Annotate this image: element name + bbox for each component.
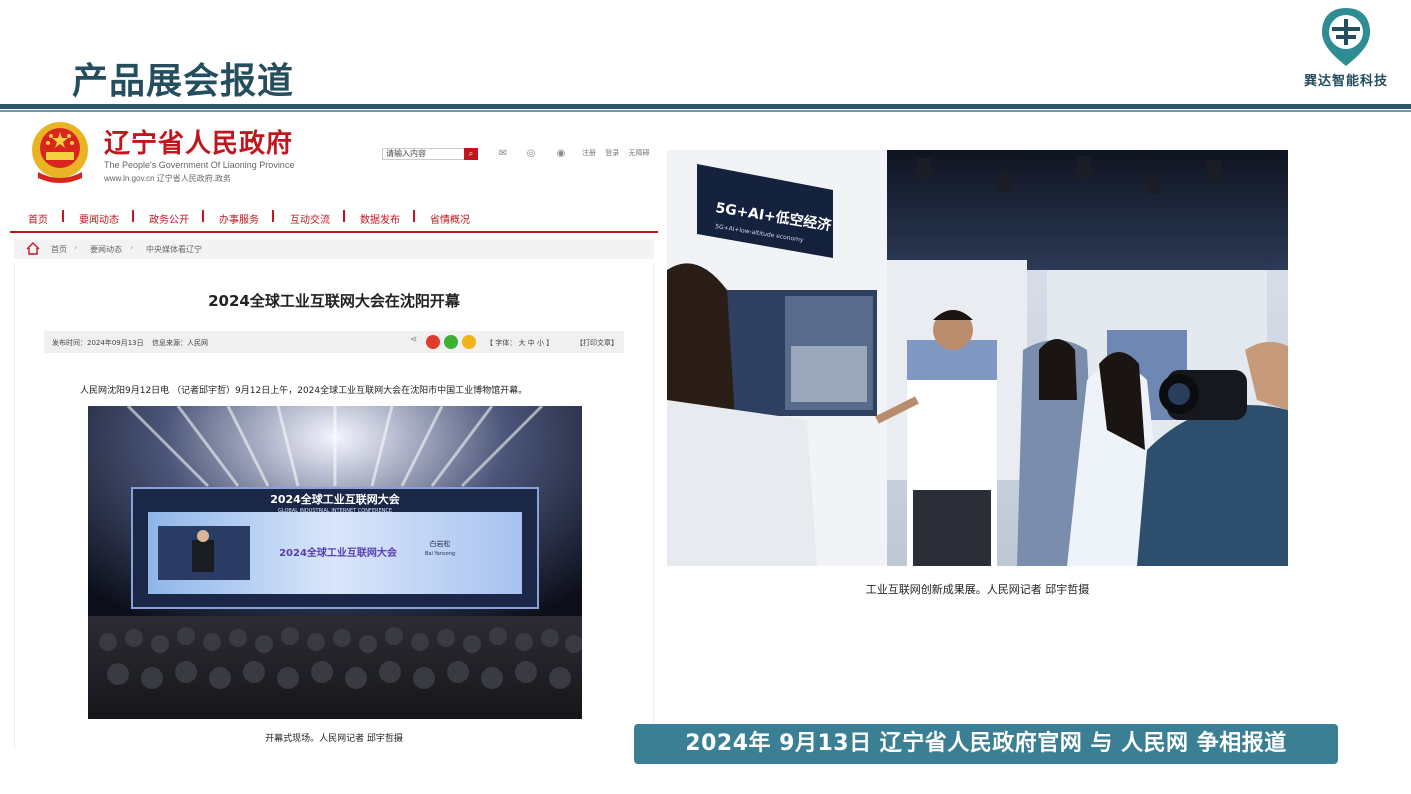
header-rule-thin (0, 110, 1411, 112)
login-link[interactable]: 登录 (605, 149, 619, 157)
weibo-icon[interactable]: ◉ (554, 148, 568, 160)
breadcrumb-home[interactable]: 首页 (51, 244, 67, 255)
nav-item-home[interactable]: 首页 (28, 211, 48, 226)
print-article-link[interactable]: 【打印文章】 (576, 338, 618, 348)
report-banner: 2024年 9月13日 辽宁省人民政府官网 与 人民网 争相报道 (634, 724, 1338, 764)
nav-divider (413, 210, 415, 222)
nav-divider (62, 210, 64, 222)
exhibition-photo-caption: 工业互联网创新成果展。人民网记者 邱宇哲摄 (865, 583, 1090, 596)
nav-item-news[interactable]: 要闻动态 (79, 211, 119, 226)
slide-title: 产品展会报道 (72, 61, 295, 102)
gov-site-screenshot: 辽宁省人民政府 The People's Government Of Liaon… (10, 117, 658, 749)
accessibility-link[interactable]: 无障碍 (628, 149, 649, 157)
opening-ceremony-image: 2024全球工业互联网大会 GLOBAL INDUSTRIAL INTERNET… (88, 406, 582, 719)
gov-site-nav: 首页 要闻动态 政务公开 办事服务 互动交流 数据发布 省情概况 (10, 209, 658, 227)
nav-item-gov-affairs[interactable]: 政务公开 (149, 211, 189, 226)
nav-item-services[interactable]: 办事服务 (219, 211, 259, 226)
gov-site-url: www.ln.gov.cn 辽宁省人民政府.政务 (104, 174, 231, 183)
gov-header-links: 注册 登录 无障碍 (582, 148, 656, 158)
speaker-name: 白岩松 (430, 539, 451, 548)
mail-icon[interactable]: ✉ (496, 148, 510, 160)
breadcrumb-news[interactable]: 要闻动态 (90, 244, 122, 255)
search-icon[interactable]: ⌕ (464, 148, 478, 160)
nav-item-data[interactable]: 数据发布 (360, 211, 400, 226)
gov-site-name-en: The People's Government Of Liaoning Prov… (104, 160, 295, 170)
breadcrumb-current[interactable]: 中央媒体看辽宁 (146, 244, 202, 255)
qzone-share-icon[interactable] (462, 335, 476, 349)
nav-divider (132, 210, 134, 222)
stage-subtitle: GLOBAL INDUSTRIAL INTERNET CONFERENCE (278, 508, 392, 514)
screen-title: 2024全球工业互联网大会 (279, 546, 397, 559)
font-size-controls[interactable]: 【 字体： 大 中 小 】 (486, 338, 553, 348)
article-lead: 人民网沈阳9月12日电 （记者邱宇哲）9月12日上午，2024全球工业互联网大会… (80, 386, 528, 396)
company-logo: 巽达智能科技 (1296, 6, 1396, 92)
nav-item-overview[interactable]: 省情概况 (430, 211, 470, 226)
gov-site-header: 辽宁省人民政府 The People's Government Of Liaon… (10, 117, 658, 197)
article-source: 信息来源：人民网 (152, 339, 208, 347)
exhibition-image: 5G+AI+低空经济 5G+AI+low-altitude economy (667, 150, 1288, 566)
gov-site-name[interactable]: 辽宁省人民政府 (104, 123, 293, 160)
wechat-share-icon[interactable] (444, 335, 458, 349)
chevron-right-icon: › (74, 243, 78, 252)
weibo-share-icon[interactable] (426, 335, 440, 349)
opening-photo-caption: 开幕式现场。人民网记者 邱宇哲摄 (265, 734, 403, 744)
wechat-icon[interactable]: ◎ (524, 148, 538, 160)
chevron-right-icon: › (130, 243, 134, 252)
article-title: 2024全球工业互联网大会在沈阳开幕 (208, 292, 460, 310)
nav-divider (202, 210, 204, 222)
breadcrumb: 首页 › 要闻动态 › 中央媒体看辽宁 (14, 239, 654, 259)
home-icon[interactable] (26, 242, 40, 255)
stage-title: 2024全球工业互联网大会 (270, 492, 401, 506)
nav-divider (343, 210, 345, 222)
company-logo-icon (1322, 8, 1370, 66)
exhibition-photo: 5G+AI+低空经济 5G+AI+low-altitude economy (667, 150, 1288, 566)
nav-rule (10, 231, 658, 233)
share-icon[interactable]: ⋖ (410, 335, 418, 345)
header-rule (0, 104, 1411, 109)
company-logo-text: 巽达智能科技 (1303, 74, 1388, 89)
publish-time: 发布时间：2024年09月13日 (52, 339, 144, 347)
nav-item-interaction[interactable]: 互动交流 (290, 211, 330, 226)
speaker-pinyin: Bai Yansong (425, 551, 455, 557)
national-emblem-icon (32, 122, 88, 183)
nav-divider (272, 210, 274, 222)
opening-ceremony-photo: 2024全球工业互联网大会 GLOBAL INDUSTRIAL INTERNET… (88, 406, 582, 719)
register-link[interactable]: 注册 (582, 149, 596, 157)
article-meta-bar: 发布时间：2024年09月13日 信息来源：人民网 ⋖ 【 字体： 大 中 小 … (44, 331, 624, 353)
